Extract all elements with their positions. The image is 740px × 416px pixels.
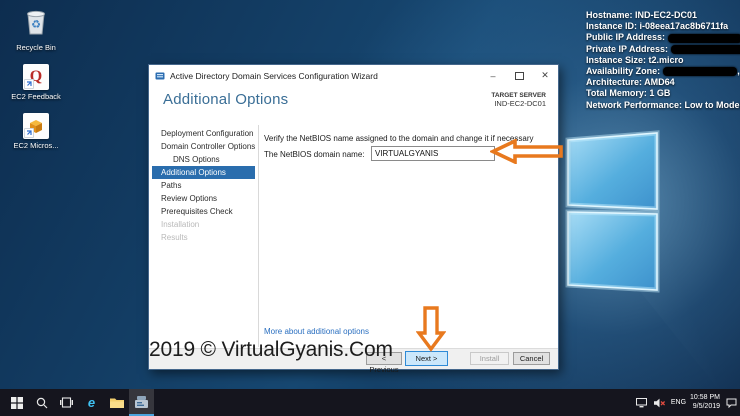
desktop-icon-label: EC2 Feedback (10, 92, 62, 101)
wizard-step-item[interactable]: Prerequisites Check (152, 205, 255, 218)
next-button[interactable]: Next > (405, 351, 448, 366)
title-bar[interactable]: Active Directory Domain Services Configu… (149, 65, 558, 86)
desktop-icons: ♻ Recycle Bin Q EC2 Feedback (4, 8, 68, 162)
taskbar-left: e (0, 389, 154, 416)
previous-button[interactable]: < Previous (366, 352, 402, 365)
desktop-icon-ec2-microsoft[interactable]: EC2 Micros... (4, 113, 68, 150)
shortcut-arrow-icon (24, 128, 34, 138)
maximize-button[interactable] (506, 65, 532, 86)
system-info-line: Instance ID: i-08eea17ac8b6711fa (586, 21, 740, 32)
cancel-button[interactable]: Cancel (513, 352, 550, 365)
network-tray-button[interactable] (635, 389, 649, 416)
task-view-button[interactable] (54, 389, 79, 416)
wizard-step-item[interactable]: DNS Options (152, 153, 255, 166)
internet-explorer-icon: e (88, 396, 95, 409)
start-button[interactable] (4, 389, 29, 416)
server-manager-button[interactable] (129, 389, 154, 416)
action-center-icon (726, 398, 737, 408)
redaction-bar (671, 45, 740, 54)
sidebar-divider (258, 125, 259, 347)
search-icon (36, 397, 48, 409)
system-info-line: Network Performance: Low to Moderate (586, 100, 740, 111)
recycle-bin-icon: ♻ (23, 8, 49, 41)
desktop-icon-recycle-bin[interactable]: ♻ Recycle Bin (4, 8, 68, 52)
redaction-bar (668, 34, 740, 43)
wizard-step-item[interactable]: Review Options (152, 192, 255, 205)
minimize-button[interactable]: – (480, 65, 506, 86)
windows-logo-wallpaper (552, 120, 672, 300)
annotation-arrow-left-icon (490, 139, 564, 164)
volume-muted-button[interactable] (653, 389, 667, 416)
language-indicator[interactable]: ENG (671, 399, 686, 406)
netbios-field-label: The NetBIOS domain name: (264, 150, 365, 159)
annotation-arrow-down-icon (416, 306, 446, 352)
target-server-name: IND-EC2-DC01 (491, 99, 546, 108)
adds-config-wizard-dialog: Active Directory Domain Services Configu… (148, 64, 559, 370)
redaction-bar (663, 67, 737, 76)
wizard-step-item[interactable]: Deployment Configuration (152, 127, 255, 140)
server-manager-icon (134, 396, 149, 409)
volume-muted-icon (654, 398, 666, 408)
desktop-icon-label: EC2 Micros... (10, 141, 62, 150)
taskbar-tray: ENG 10:58 PM 9/5/2019 (635, 389, 738, 416)
wizard-step-list: Deployment ConfigurationDomain Controlle… (152, 127, 255, 244)
system-info-line: Private IP Address: (586, 44, 740, 55)
clock-date: 9/5/2019 (690, 403, 720, 412)
action-center-button[interactable] (724, 389, 738, 416)
page-title: Additional Options (163, 91, 288, 108)
taskbar: e (0, 389, 740, 416)
desktop-icon-label: Recycle Bin (10, 43, 62, 52)
shortcut-arrow-icon (24, 79, 34, 89)
wizard-button-bar: < Previous Next > Install Cancel (149, 348, 558, 369)
ec2-cube-icon (23, 113, 49, 139)
network-icon (636, 398, 647, 408)
more-about-link[interactable]: More about additional options (264, 327, 369, 336)
clock-time: 10:58 PM (690, 394, 720, 403)
system-info-line: Architecture: AMD64 (586, 77, 740, 88)
wizard-step-item[interactable]: Additional Options (152, 166, 255, 179)
window-controls: – ✕ (480, 65, 558, 86)
clock[interactable]: 10:58 PM 9/5/2019 (690, 394, 720, 411)
desktop-icon-ec2-feedback[interactable]: Q EC2 Feedback (4, 64, 68, 101)
svg-text:♻: ♻ (31, 19, 41, 31)
system-info: Hostname: IND-EC2-DC01Instance ID: i-08e… (586, 10, 740, 111)
window-title: Active Directory Domain Services Configu… (170, 71, 480, 81)
system-info-line: Hostname: IND-EC2-DC01 (586, 10, 740, 21)
wizard-step-item[interactable]: Results (152, 231, 255, 244)
wizard-step-item[interactable]: Installation (152, 218, 255, 231)
file-explorer-icon (110, 397, 124, 408)
netbios-input[interactable] (371, 146, 495, 161)
wizard-step-item[interactable]: Domain Controller Options (152, 140, 255, 153)
wizard-app-icon (155, 71, 165, 81)
search-button[interactable] (29, 389, 54, 416)
install-button[interactable]: Install (470, 352, 509, 365)
file-explorer-button[interactable] (104, 389, 129, 416)
system-info-line: Public IP Address: (586, 32, 740, 43)
windows-start-icon (11, 397, 23, 409)
maximize-icon (515, 72, 524, 80)
desktop: ♻ Recycle Bin Q EC2 Feedback (0, 0, 740, 416)
internet-explorer-button[interactable]: e (79, 389, 104, 416)
system-info-line: Instance Size: t2.micro (586, 55, 740, 66)
close-button[interactable]: ✕ (532, 65, 558, 86)
task-view-icon (60, 397, 73, 408)
target-server-label: TARGET SERVER (491, 92, 546, 99)
wizard-step-item[interactable]: Paths (152, 179, 255, 192)
system-info-line: Total Memory: 1 GB (586, 88, 740, 99)
system-info-line: Availability Zone:, (586, 66, 740, 77)
target-server-block: TARGET SERVER IND-EC2-DC01 (491, 92, 546, 108)
ec2-feedback-icon: Q (23, 64, 49, 90)
